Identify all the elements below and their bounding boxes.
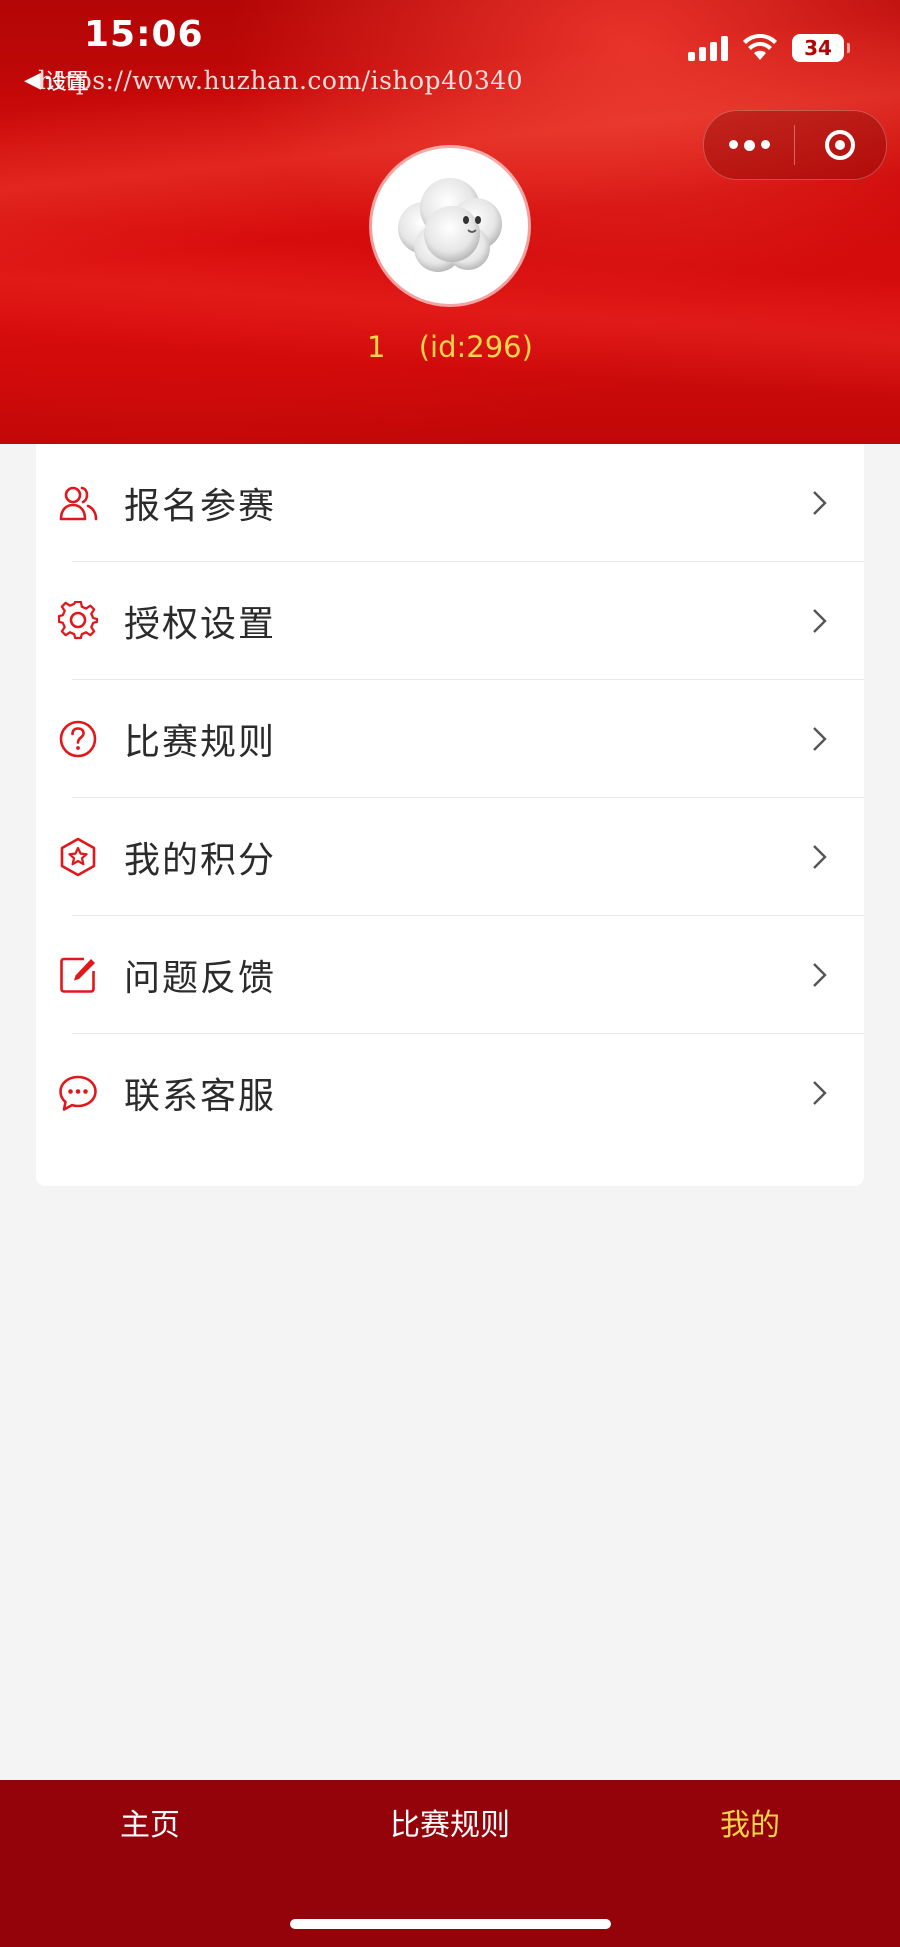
menu-item-contact-service[interactable]: 联系客服 xyxy=(36,1034,864,1152)
chevron-right-icon xyxy=(813,491,827,515)
menu-item-signup[interactable]: 报名参赛 xyxy=(36,444,864,562)
tab-home[interactable]: 主页 xyxy=(0,1780,300,1872)
chevron-right-icon xyxy=(813,1081,827,1105)
menu-item-feedback[interactable]: 问题反馈 xyxy=(36,916,864,1034)
wifi-icon xyxy=(743,34,777,60)
chat-bubble-icon xyxy=(59,1075,97,1111)
menu-item-points[interactable]: 我的积分 xyxy=(36,798,864,916)
tab-mine[interactable]: 我的 xyxy=(600,1780,900,1872)
menu-item-label: 问题反馈 xyxy=(124,958,277,999)
menu-item-label: 授权设置 xyxy=(124,604,277,645)
user-info: 1 (id:296) xyxy=(0,330,900,364)
menu-card: 报名参赛 授权设置 比赛规则 我的积分 问题反馈 联系客服 xyxy=(36,444,864,1186)
question-circle-icon xyxy=(59,720,97,758)
user-id: (id:296) xyxy=(418,330,533,364)
more-dots-icon xyxy=(728,139,770,151)
menu-item-label: 报名参赛 xyxy=(124,486,277,527)
edit-icon xyxy=(60,957,95,993)
menu-item-rules[interactable]: 比赛规则 xyxy=(36,680,864,798)
status-icons: 34 xyxy=(688,34,850,62)
status-time: 15:06 xyxy=(84,14,204,55)
avatar[interactable] xyxy=(372,148,528,304)
menu-item-authorization[interactable]: 授权设置 xyxy=(36,562,864,680)
cellular-signal-icon xyxy=(688,35,728,61)
more-button[interactable] xyxy=(704,111,794,179)
miniprogram-capsule xyxy=(703,110,887,180)
chevron-right-icon xyxy=(813,727,827,751)
chevron-right-icon xyxy=(813,963,827,987)
user-group-icon xyxy=(59,486,98,521)
menu-item-label: 我的积分 xyxy=(124,840,277,881)
bottom-tab-bar: 主页 比赛规则 我的 xyxy=(0,1780,900,1947)
menu-item-label: 联系客服 xyxy=(124,1076,277,1117)
tab-rules[interactable]: 比赛规则 xyxy=(300,1780,600,1872)
gear-icon xyxy=(58,601,98,640)
chevron-right-icon xyxy=(813,609,827,633)
profile-header: 15:06 34 ◀ 设置 https://www.huzhan.com/ish… xyxy=(0,0,900,444)
target-circle-icon xyxy=(825,130,855,160)
star-hexagon-icon xyxy=(60,837,96,877)
battery-icon: 34 xyxy=(792,34,850,62)
watermark-text: https://www.huzhan.com/ishop40340 xyxy=(38,66,524,95)
cloud-avatar-icon xyxy=(398,178,502,272)
menu-item-label: 比赛规则 xyxy=(124,722,277,763)
chevron-right-icon xyxy=(813,845,827,869)
home-indicator xyxy=(290,1919,611,1929)
close-miniprogram-button[interactable] xyxy=(795,111,885,179)
user-name: 1 xyxy=(367,330,386,364)
